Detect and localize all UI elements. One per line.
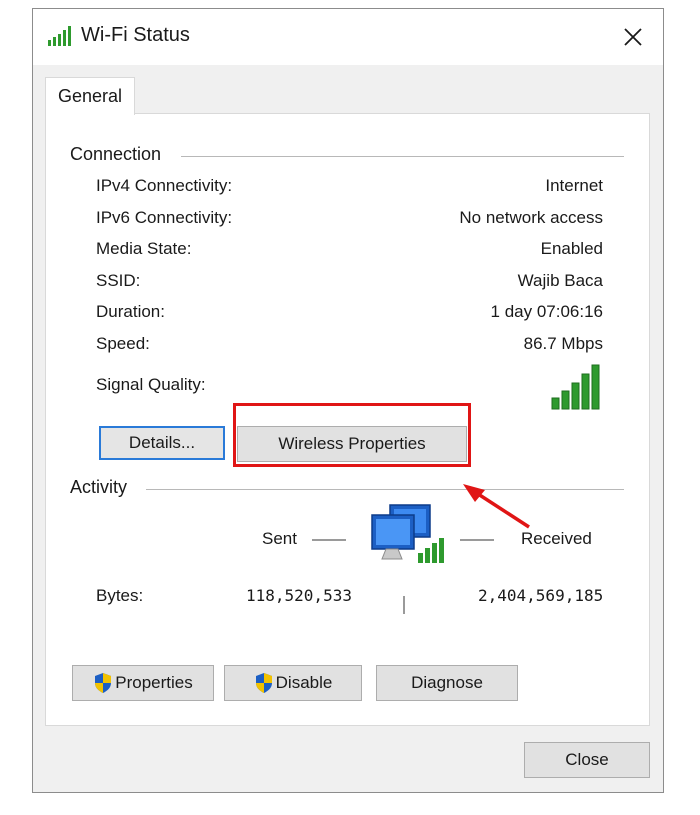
properties-button-label: Properties [115,673,193,692]
ipv4-value: Internet [545,176,603,195]
details-button[interactable]: Details... [99,426,225,460]
tab-general-label: General [58,86,123,106]
signal-quality-label: Signal Quality: [96,375,206,394]
duration-label: Duration: [96,302,165,321]
media-state-label: Media State: [96,239,192,258]
wifi-signal-icon [47,25,75,52]
close-icon [624,28,642,46]
close-window-button[interactable] [603,9,663,65]
bytes-received-value: 2,404,569,185 [478,586,604,605]
activity-divider [146,489,624,490]
highlight-box [233,403,471,467]
sent-label: Sent [262,529,297,548]
disable-button[interactable]: Disable [224,665,362,701]
shield-icon [95,673,112,693]
ssid-value: Wajib Baca [517,271,603,290]
connection-heading: Connection [70,144,172,165]
diagnose-button[interactable]: Diagnose [376,665,518,701]
bytes-sent-value: 118,520,533 [246,586,352,605]
signal-quality-icon [551,364,605,415]
connection-divider [181,156,624,157]
ipv4-label: IPv4 Connectivity: [96,176,233,195]
ipv6-label: IPv6 Connectivity: [96,208,233,227]
activity-heading: Activity [70,477,138,498]
properties-button[interactable]: Properties [72,665,214,701]
tab-general[interactable]: General [45,77,135,115]
ipv6-value: No network access [459,208,603,227]
media-state-value: Enabled [540,239,603,258]
sent-line [312,539,346,541]
speed-label: Speed: [96,334,150,353]
received-line [460,539,494,541]
arrow-annotation-icon [463,484,530,529]
bytes-label: Bytes: [96,586,144,605]
title-bar: Wi-Fi Status [33,9,663,65]
shield-icon [255,673,272,693]
window-title: Wi-Fi Status [81,24,190,46]
duration-value: 1 day 07:06:16 [490,302,603,321]
ssid-label: SSID: [96,271,141,290]
disable-button-label: Disable [275,673,333,692]
wifi-status-dialog: Wi-Fi Status General Connection IPv4 Con… [32,8,664,793]
bytes-divider [403,596,405,614]
close-button[interactable]: Close [524,742,650,778]
network-computers-icon [368,501,458,588]
speed-value: 86.7 Mbps [523,334,603,353]
